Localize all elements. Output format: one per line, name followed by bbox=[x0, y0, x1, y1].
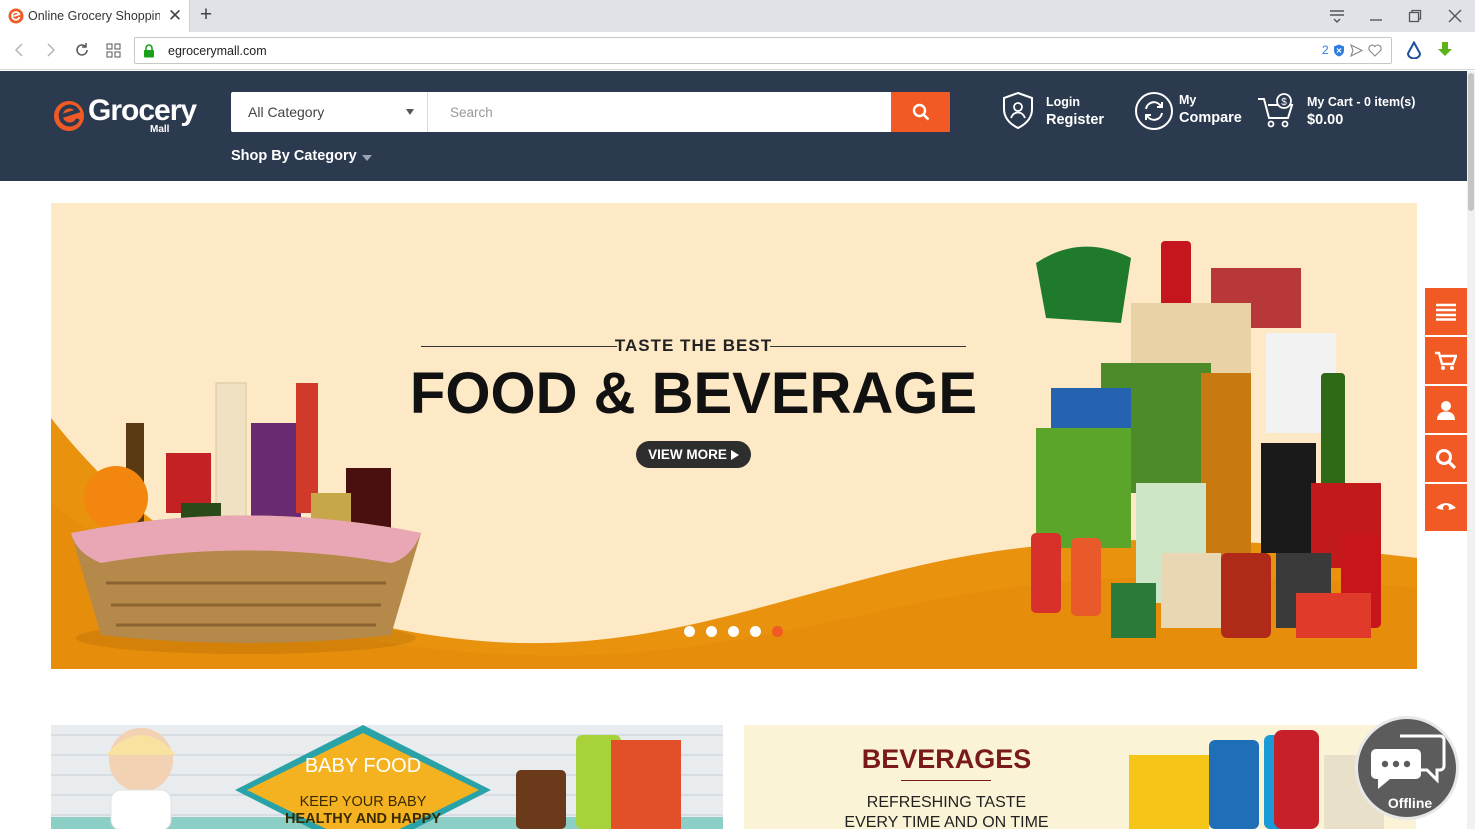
compare-label: Compare bbox=[1179, 110, 1242, 126]
eye-icon bbox=[1436, 502, 1456, 511]
logo-e-icon bbox=[54, 101, 84, 131]
compare-arrows-icon bbox=[1135, 92, 1173, 130]
extension-drop-icon[interactable] bbox=[1403, 39, 1425, 61]
baby-food-subtitle: KEEP YOUR BABY HEALTHY AND HAPPY bbox=[264, 794, 462, 828]
slider-dot[interactable] bbox=[728, 626, 739, 637]
shopping-cart-icon: $ bbox=[1258, 93, 1294, 128]
site-logo[interactable]: Grocery Mall bbox=[52, 91, 197, 139]
url-field[interactable]: egrocerymall.com 2 bbox=[134, 37, 1392, 64]
reload-button[interactable] bbox=[71, 39, 93, 61]
promo-beverages[interactable]: BEVERAGES REFRESHING TASTE EVERY TIME AN… bbox=[744, 725, 1416, 829]
logo-word: Grocery bbox=[88, 94, 197, 127]
close-window-button[interactable] bbox=[1442, 4, 1468, 28]
shop-by-category-menu[interactable]: Shop By Category bbox=[231, 148, 357, 164]
beverages-title: BEVERAGES bbox=[861, 744, 1032, 774]
forward-button[interactable] bbox=[40, 39, 62, 61]
compare-top-label: My bbox=[1179, 93, 1197, 107]
scrollbar-thumb[interactable] bbox=[1468, 73, 1474, 211]
cart-label: My Cart - 0 item(s) bbox=[1307, 95, 1416, 109]
side-menu-button[interactable] bbox=[1425, 288, 1467, 335]
new-tab-button[interactable]: + bbox=[195, 4, 217, 26]
promo-baby-food[interactable]: BABY FOOD KEEP YOUR BABY HEALTHY AND HAP… bbox=[51, 725, 723, 829]
address-bar-row: egrocerymall.com 2 bbox=[0, 32, 1475, 70]
search-input[interactable] bbox=[429, 92, 890, 132]
slider-dot[interactable] bbox=[706, 626, 717, 637]
groceries-pile-image bbox=[1031, 241, 1381, 638]
side-account-button[interactable] bbox=[1425, 386, 1467, 433]
hero-banner[interactable]: TASTE THE BEST FOOD & BEVERAGE VIEW MORE bbox=[51, 203, 1417, 669]
account-links: Login Register bbox=[1046, 95, 1104, 128]
baby-food-subtitle-line-2: HEALTHY AND HAPPY bbox=[284, 811, 442, 827]
chat-bubble-icon bbox=[1371, 734, 1446, 789]
tab-title: Online Grocery Shopping bbox=[28, 9, 160, 23]
live-chat-widget[interactable]: Offline bbox=[1355, 716, 1459, 820]
chevron-down-icon bbox=[362, 155, 372, 161]
beverages-subtitle-line-1: REFRESHING TASTE bbox=[866, 794, 1027, 811]
slider-dot[interactable] bbox=[684, 626, 695, 637]
tab-list-icon[interactable] bbox=[1324, 4, 1350, 28]
menu-icon bbox=[1436, 303, 1456, 321]
gift-basket-image bbox=[71, 382, 421, 654]
cart-icon bbox=[1435, 351, 1457, 370]
send-icon[interactable] bbox=[1350, 44, 1363, 57]
site-header: Grocery Mall All Category Shop By Catego… bbox=[0, 71, 1467, 181]
mini-cart[interactable]: My Cart - 0 item(s) $0.00 bbox=[1307, 95, 1415, 128]
cart-total: $0.00 bbox=[1307, 112, 1344, 128]
play-arrow-icon bbox=[730, 449, 739, 460]
back-button[interactable] bbox=[8, 39, 30, 61]
svg-text:$: $ bbox=[1281, 97, 1287, 108]
beverages-subtitle-line-2: EVERY TIME AND ON TIME bbox=[844, 814, 1049, 829]
login-link[interactable]: Login bbox=[1046, 95, 1104, 109]
tracker-count-badge: 2 bbox=[1322, 43, 1329, 57]
user-icon bbox=[1437, 400, 1455, 420]
shield-user-icon bbox=[1003, 91, 1033, 130]
category-select[interactable]: All Category bbox=[231, 92, 428, 132]
lock-icon bbox=[144, 44, 154, 58]
side-cart-button[interactable] bbox=[1425, 337, 1467, 384]
apps-grid-icon[interactable] bbox=[102, 39, 124, 61]
download-icon[interactable] bbox=[1434, 39, 1456, 61]
site-favicon-icon bbox=[8, 8, 24, 24]
slider-dot-active[interactable] bbox=[772, 626, 783, 637]
search-bar: All Category bbox=[231, 92, 950, 132]
logo-sub: Mall bbox=[150, 124, 170, 135]
banner-tagline: TASTE THE BEST bbox=[614, 336, 773, 355]
shield-icon[interactable] bbox=[1333, 44, 1345, 57]
browser-tab-bar: Online Grocery Shopping ✕ + bbox=[0, 0, 1475, 32]
baby-food-subtitle-line-1: KEEP YOUR BABY bbox=[299, 794, 427, 810]
restore-button[interactable] bbox=[1402, 4, 1428, 28]
minimize-button[interactable] bbox=[1363, 4, 1389, 28]
baby-food-title: BABY FOOD bbox=[304, 755, 422, 777]
register-link[interactable]: Register bbox=[1046, 112, 1104, 128]
browser-tab[interactable]: Online Grocery Shopping ✕ bbox=[0, 0, 190, 32]
url-text: egrocerymall.com bbox=[168, 44, 267, 58]
chat-status: Offline bbox=[1387, 795, 1433, 811]
view-more-button[interactable]: VIEW MORE bbox=[636, 441, 751, 468]
close-tab-icon[interactable]: ✕ bbox=[166, 6, 184, 25]
search-icon bbox=[912, 103, 929, 121]
banner-headline: FOOD & BEVERAGE bbox=[409, 361, 978, 426]
compare-link[interactable]: My Compare bbox=[1179, 93, 1242, 126]
slider-dots bbox=[684, 626, 794, 638]
beverages-subtitle: REFRESHING TASTE EVERY TIME AND ON TIME bbox=[804, 793, 1089, 829]
chevron-down-icon bbox=[406, 109, 414, 115]
search-icon bbox=[1436, 448, 1457, 469]
page-scrollbar[interactable] bbox=[1467, 71, 1475, 829]
floating-side-toolbar bbox=[1425, 288, 1467, 533]
view-more-label: VIEW MORE bbox=[648, 447, 727, 462]
beverages-divider bbox=[901, 780, 991, 781]
heart-icon[interactable] bbox=[1368, 44, 1382, 57]
slider-dot[interactable] bbox=[750, 626, 761, 637]
search-button[interactable] bbox=[891, 92, 950, 132]
side-search-button[interactable] bbox=[1425, 435, 1467, 482]
category-select-value: All Category bbox=[248, 104, 325, 120]
side-recently-viewed-button[interactable] bbox=[1425, 484, 1467, 531]
